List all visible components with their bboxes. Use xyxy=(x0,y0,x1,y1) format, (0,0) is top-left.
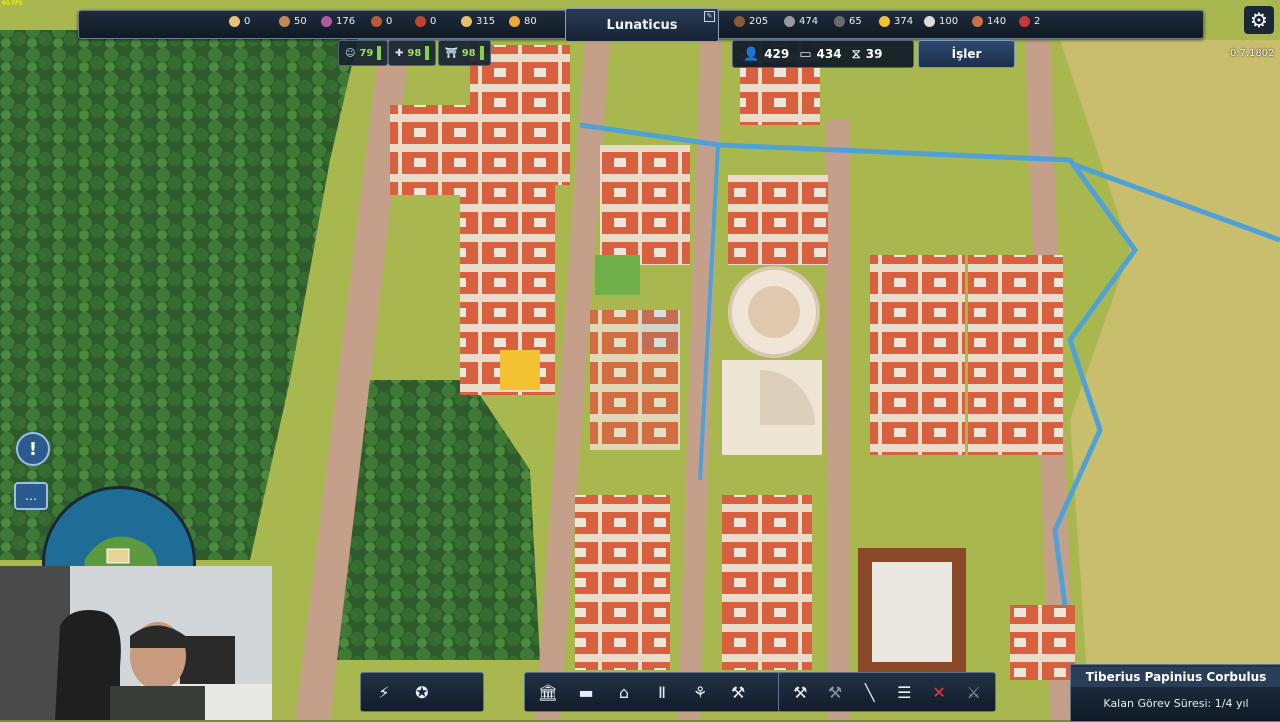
meat-icon xyxy=(415,16,426,27)
bed-icon: ▭ xyxy=(799,46,812,62)
resource-item[interactable]: 205 xyxy=(734,16,768,27)
build-toolbar: 🏛 ▬ ⌂ Ⅱ ⚘ ⚒ xyxy=(524,672,782,712)
edit-icon[interactable]: ✎ xyxy=(704,11,715,22)
pottery-icon xyxy=(371,16,382,27)
coin-icon xyxy=(879,16,890,27)
amphitheater-arena xyxy=(748,286,800,338)
marble-icon xyxy=(924,16,935,27)
chat-button[interactable]: … xyxy=(14,482,48,510)
population-count: 👤 429 xyxy=(743,46,790,62)
worker-count: ⧖ 39 xyxy=(851,46,883,62)
column-button[interactable]: Ⅱ xyxy=(647,677,677,707)
insula-block[interactable] xyxy=(870,355,965,455)
resource-item[interactable]: 176 xyxy=(321,16,355,27)
population-panel[interactable]: 👤 429 ▭ 434 ⧖ 39 xyxy=(732,40,914,68)
workers-icon: ⧖ xyxy=(851,46,861,62)
governor-panel[interactable]: Tiberius Papinius Corbulus Kalan Görev S… xyxy=(1070,664,1280,722)
temple-button[interactable]: 🏛 xyxy=(533,677,563,707)
resource-item[interactable]: 0 xyxy=(229,16,250,27)
webcam-overlay xyxy=(0,566,272,720)
housing-block[interactable] xyxy=(390,105,470,195)
health-stat[interactable]: ✚ 98 xyxy=(388,40,437,66)
housing-block[interactable] xyxy=(470,45,570,185)
housing-block[interactable] xyxy=(600,145,690,265)
governor-name: Tiberius Papinius Corbulus xyxy=(1071,667,1280,687)
housing-block[interactable] xyxy=(575,495,670,670)
resource-item[interactable]: 374 xyxy=(879,16,913,27)
garden-building[interactable] xyxy=(595,255,640,295)
forum-courtyard xyxy=(872,562,952,662)
star-wreath-button[interactable]: ✪ xyxy=(407,677,437,707)
housing-capacity: ▭ 434 xyxy=(799,46,842,62)
amphora-icon xyxy=(279,16,290,27)
city-name: Lunaticus xyxy=(606,17,678,33)
insula-block[interactable] xyxy=(968,355,1063,455)
housing-block[interactable] xyxy=(728,175,828,265)
wheat-icon xyxy=(461,16,472,27)
resource-item[interactable]: 0 xyxy=(415,16,436,27)
insula-block[interactable] xyxy=(968,255,1063,355)
housing-block[interactable] xyxy=(722,495,812,670)
streamer-camera xyxy=(0,566,272,720)
wall-button[interactable]: ▬ xyxy=(571,677,601,707)
fish-icon xyxy=(509,16,520,27)
happiness-icon: ☺ xyxy=(345,47,356,59)
health-icon: ✚ xyxy=(395,47,404,59)
wheat-button[interactable]: ⚘ xyxy=(685,677,715,707)
sword-button[interactable]: ⚔ xyxy=(960,677,987,707)
grapes-icon xyxy=(321,16,332,27)
housing-block[interactable] xyxy=(1010,605,1075,680)
wood-icon xyxy=(734,16,745,27)
jobs-button[interactable]: İşler xyxy=(918,40,1015,68)
resource-item[interactable]: 50 xyxy=(279,16,307,27)
market-stall[interactable] xyxy=(500,350,540,390)
build-tools-button[interactable]: ⚒ xyxy=(787,677,814,707)
city-name-button[interactable]: Lunaticus ✎ xyxy=(565,8,719,42)
resource-item[interactable]: 140 xyxy=(972,16,1006,27)
culture-bar xyxy=(479,46,484,60)
health-bar xyxy=(425,46,430,60)
culture-icon: ⛩ xyxy=(445,47,458,59)
culture-stat[interactable]: ⛩ 98 xyxy=(438,40,491,66)
version-label: 0.7.1802 xyxy=(1230,48,1275,59)
resource-item[interactable]: 2 xyxy=(1019,16,1040,27)
resource-item[interactable]: 80 xyxy=(509,16,537,27)
gear-icon: ⚙ xyxy=(1250,8,1268,32)
resource-item[interactable]: 0 xyxy=(371,16,392,27)
hammer-button[interactable]: ⚒ xyxy=(723,677,753,707)
person-icon: 👤 xyxy=(743,46,760,62)
resource-item[interactable]: 315 xyxy=(461,16,495,27)
road xyxy=(825,120,850,720)
cancel-button[interactable]: ✕ xyxy=(926,677,953,707)
resource-item[interactable]: 100 xyxy=(924,16,958,27)
clay-icon xyxy=(972,16,983,27)
happiness-stat[interactable]: ☺ 79 xyxy=(338,40,389,66)
demolish-button[interactable]: ⚒ xyxy=(822,677,849,707)
fps-counter: 60 FPS xyxy=(2,0,23,7)
governor-term-remaining: Kalan Görev Süresi: 1/4 yıl xyxy=(1103,697,1249,710)
stone-icon xyxy=(784,16,795,27)
resource-item[interactable]: 474 xyxy=(784,16,818,27)
lightning-button[interactable]: ⚡ xyxy=(369,677,399,707)
settings-button[interactable]: ⚙ xyxy=(1244,6,1274,34)
special-toolbar: ⚡ ✪ xyxy=(360,672,484,712)
iron-icon xyxy=(834,16,845,27)
happiness-bar xyxy=(377,46,382,60)
bread-icon xyxy=(229,16,240,27)
alert-button[interactable]: ! xyxy=(16,432,50,466)
tools-toolbar: ⚒ ⚒ ╲ ☰ ✕ ⚔ xyxy=(778,672,996,712)
road-button[interactable]: ╲ xyxy=(856,677,883,707)
aqueduct-button[interactable]: ☰ xyxy=(891,677,918,707)
insula-block[interactable] xyxy=(870,255,965,355)
housing-block[interactable] xyxy=(590,310,680,450)
gate-button[interactable]: ⌂ xyxy=(609,677,639,707)
wine-icon xyxy=(1019,16,1030,27)
resource-item[interactable]: 65 xyxy=(834,16,862,27)
